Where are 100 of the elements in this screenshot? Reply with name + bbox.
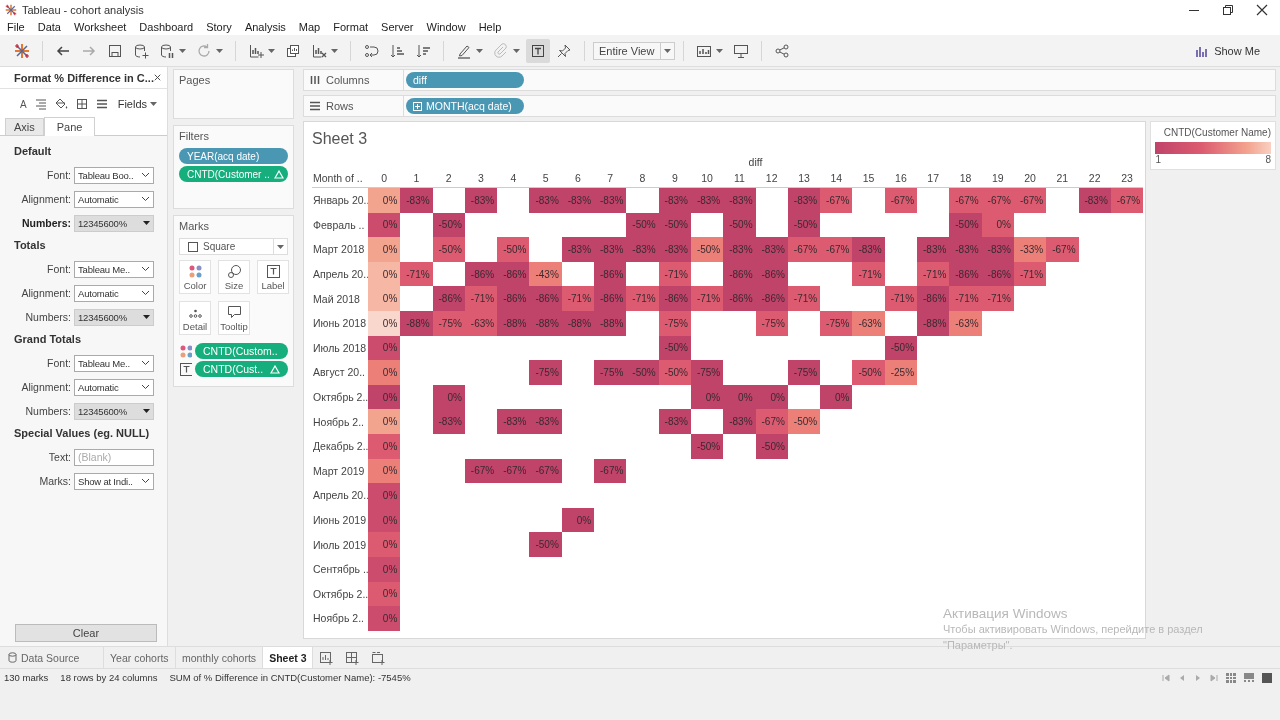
caret-icon[interactable] bbox=[331, 48, 338, 53]
save-icon[interactable] bbox=[107, 42, 123, 59]
heatmap-cell: 0% bbox=[368, 507, 401, 533]
lines-icon[interactable] bbox=[95, 98, 108, 110]
mark-property-button[interactable]: Tooltip bbox=[218, 301, 250, 335]
menu-item[interactable]: Help bbox=[478, 21, 502, 33]
chart-clear-icon[interactable] bbox=[311, 42, 327, 59]
number-format-dropdown[interactable]: 12345600% bbox=[74, 214, 154, 232]
heatmap-cell: -67% bbox=[529, 458, 562, 484]
show-me-button[interactable]: Show Me bbox=[1191, 40, 1264, 61]
row-label: Октябрь 2.. bbox=[312, 586, 368, 602]
text-label-icon bbox=[179, 361, 192, 377]
paperclip-icon[interactable] bbox=[493, 42, 509, 59]
mark-property-button[interactable]: Size bbox=[218, 260, 250, 294]
heatmap-cell: -67% bbox=[820, 237, 853, 262]
close-icon[interactable] bbox=[1256, 3, 1268, 16]
input-field[interactable]: (Blank) bbox=[74, 448, 154, 466]
caret-icon[interactable] bbox=[476, 48, 483, 53]
menu-item[interactable]: Server bbox=[381, 21, 414, 33]
mark-property-button[interactable]: Label bbox=[257, 260, 289, 294]
heatmap-cell: -83% bbox=[949, 237, 982, 262]
field-label: Alignment: bbox=[20, 287, 72, 299]
sort-descending-icon[interactable] bbox=[415, 42, 431, 59]
sheet-tab[interactable]: Sheet 3 bbox=[263, 646, 314, 669]
mark-property-button[interactable]: Color bbox=[179, 260, 211, 294]
duplicate-icon[interactable] bbox=[285, 42, 301, 59]
heatmap-cell: -86% bbox=[594, 261, 627, 287]
single-view-icon[interactable] bbox=[1262, 672, 1272, 683]
new-dashboard-icon[interactable] bbox=[345, 650, 360, 665]
row-label: Июль 2019 bbox=[312, 537, 368, 553]
pane-tab[interactable]: Axis bbox=[5, 118, 44, 135]
heatmap-cell: -86% bbox=[464, 261, 498, 287]
dropdown[interactable]: Tableau Me.. bbox=[74, 260, 154, 278]
column-label: 12 bbox=[755, 172, 788, 188]
menu-item[interactable]: Data bbox=[37, 21, 61, 33]
caret-icon[interactable] bbox=[179, 48, 186, 53]
app-logo-icon[interactable] bbox=[14, 42, 30, 59]
database-add-icon[interactable] bbox=[133, 42, 149, 59]
menu-item[interactable]: Story bbox=[206, 21, 232, 33]
new-worksheet-icon[interactable] bbox=[319, 650, 334, 665]
pane-tab[interactable]: Pane bbox=[43, 117, 96, 136]
share-icon[interactable] bbox=[774, 42, 790, 59]
column-label: 2 bbox=[432, 172, 465, 188]
grid-view-icon[interactable] bbox=[1226, 672, 1236, 683]
restore-icon[interactable] bbox=[1222, 3, 1234, 16]
swap-icon[interactable] bbox=[363, 42, 379, 59]
column-label: 17 bbox=[917, 172, 950, 188]
font-tool[interactable]: A bbox=[20, 98, 27, 110]
database-pause-icon[interactable] bbox=[159, 42, 175, 59]
text-label-icon bbox=[265, 263, 281, 279]
menu-item[interactable]: Dashboard bbox=[139, 21, 194, 33]
caret-icon[interactable] bbox=[216, 48, 223, 53]
presentation-icon[interactable] bbox=[733, 42, 749, 59]
heatmap-cell: -83% bbox=[981, 237, 1014, 262]
field-label: Numbers: bbox=[24, 405, 72, 417]
paint-bucket-icon[interactable] bbox=[54, 98, 68, 110]
sort-ascending-icon[interactable] bbox=[389, 42, 405, 59]
heatmap-cell: -86% bbox=[432, 286, 465, 311]
menu-item[interactable]: Worksheet bbox=[74, 21, 127, 33]
heatmap-cell: -50% bbox=[690, 433, 724, 459]
new-story-icon[interactable] bbox=[371, 650, 386, 665]
heatmap-cell: -50% bbox=[432, 237, 465, 262]
caret-icon[interactable] bbox=[268, 48, 275, 53]
mark-property-button[interactable]: Detail bbox=[179, 301, 211, 335]
menu-item[interactable]: Format bbox=[333, 21, 369, 33]
caret-icon[interactable] bbox=[716, 48, 723, 53]
number-format-dropdown[interactable]: 12345600% bbox=[74, 402, 154, 420]
pin-icon[interactable] bbox=[556, 42, 572, 59]
menu-item[interactable]: Map bbox=[298, 21, 321, 33]
dropdown[interactable]: Automatic bbox=[74, 378, 154, 396]
heatmap-cell: -71% bbox=[852, 261, 885, 287]
menu-item[interactable]: File bbox=[7, 21, 25, 33]
chart-add-icon[interactable] bbox=[248, 42, 264, 59]
dropdown[interactable]: Show at Indi.. bbox=[74, 472, 154, 490]
heatmap-cell: 0% bbox=[368, 310, 401, 336]
number-format-dropdown[interactable]: 12345600% bbox=[74, 308, 154, 326]
film-strip-icon[interactable] bbox=[1244, 672, 1254, 683]
column-label: 15 bbox=[852, 172, 885, 188]
heatmap-cell: -50% bbox=[626, 360, 659, 385]
dropdown[interactable]: Tableau Boo.. bbox=[74, 166, 154, 184]
menu-item[interactable]: Window bbox=[426, 21, 466, 33]
clear-button[interactable]: Clear bbox=[15, 624, 157, 642]
menu-item[interactable]: Analysis bbox=[244, 21, 286, 33]
heatmap-cell: -50% bbox=[949, 212, 982, 238]
fields-menu[interactable]: Fields bbox=[117, 98, 157, 110]
text-label-icon[interactable] bbox=[530, 42, 546, 59]
heatmap-cell: -83% bbox=[561, 237, 595, 262]
card-title: Filters bbox=[179, 130, 210, 142]
dropdown[interactable]: Automatic bbox=[74, 190, 154, 208]
mark-type-dropdown[interactable]: Square bbox=[179, 238, 288, 255]
dropdown[interactable]: Tableau Me.. bbox=[74, 354, 154, 372]
heatmap-cell: -71% bbox=[561, 286, 595, 311]
dropdown[interactable]: Automatic bbox=[74, 284, 154, 302]
heatmap-cell: -83% bbox=[400, 188, 433, 213]
borders-icon[interactable] bbox=[75, 98, 88, 110]
close-icon[interactable] bbox=[154, 73, 161, 82]
fit-dropdown[interactable]: Entire View bbox=[593, 41, 675, 60]
caret-icon[interactable] bbox=[513, 48, 520, 53]
heatmap-cell: -67% bbox=[497, 458, 530, 484]
section-heading: Default bbox=[14, 145, 53, 157]
